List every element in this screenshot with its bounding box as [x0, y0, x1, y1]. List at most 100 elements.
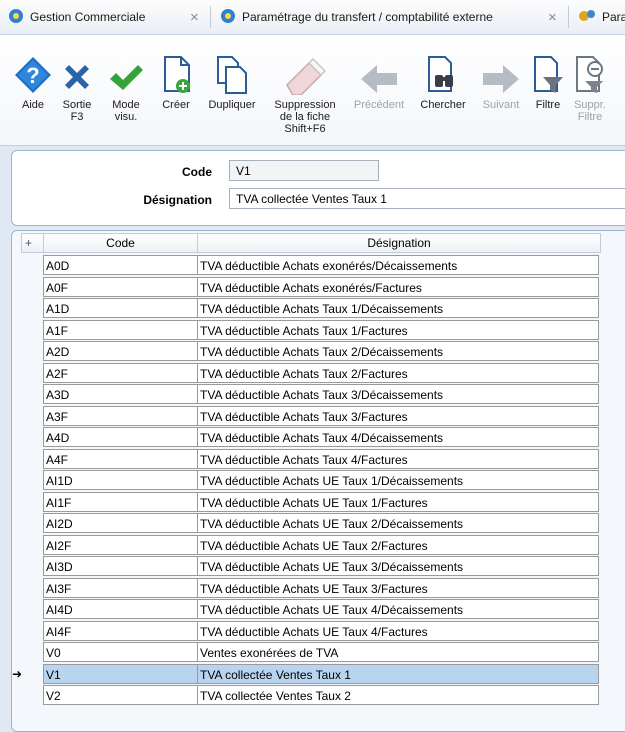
toolbar-label: Aide [21, 99, 45, 111]
precedent-button[interactable]: Précédent [346, 35, 412, 111]
table-row[interactable]: V0 Ventes exonérées de TVA [21, 642, 601, 664]
cell-code[interactable]: A4F [43, 448, 198, 469]
cell-designation[interactable]: TVA déductible Achats Taux 2/Décaissemen… [197, 341, 599, 361]
toolbar-label: Précédent [353, 99, 405, 111]
table-row[interactable]: A4D TVA déductible Achats Taux 4/Décaisse… [21, 427, 601, 449]
duplicate-icon [202, 45, 262, 95]
suppression-fiche-button[interactable]: Suppression de la fiche Shift+F6 [265, 35, 345, 135]
table-row[interactable]: AI2D TVA déductible Achats UE Taux 2/Déca… [21, 513, 601, 535]
cell-designation[interactable]: TVA déductible Achats Taux 4/Factures [197, 448, 599, 469]
close-tab-icon[interactable]: × [548, 9, 557, 26]
creer-button[interactable]: Créer [156, 35, 196, 111]
table-row[interactable]: A4F TVA déductible Achats Taux 4/Factures [21, 448, 601, 471]
cell-designation[interactable]: TVA collectée Ventes Taux 1 [197, 663, 599, 684]
cell-designation[interactable]: TVA déductible Achats Taux 1/Factures [197, 319, 599, 340]
cell-code[interactable]: AI4F [43, 620, 198, 641]
cell-code[interactable]: V1 [43, 663, 198, 684]
tab-gestion-commerciale[interactable]: Gestion Commerciale × [0, 0, 208, 34]
cell-designation[interactable]: TVA déductible Achats Taux 2/Factures [197, 362, 599, 383]
toolbar-label: Suppression de la fiche Shift+F6 [274, 99, 336, 135]
cell-designation[interactable]: Ventes exonérées de TVA [197, 642, 599, 662]
table-row[interactable]: A3F TVA déductible Achats Taux 3/Factures [21, 405, 601, 428]
table-row[interactable]: AI2F TVA déductible Achats UE Taux 2/Fact… [21, 534, 601, 557]
cell-code[interactable]: V2 [43, 685, 198, 705]
table-row[interactable]: AI4D TVA déductible Achats UE Taux 4/Déca… [21, 599, 601, 621]
cell-code[interactable]: A0D [43, 255, 198, 275]
code-field[interactable]: V1 [229, 160, 379, 181]
cell-designation[interactable]: TVA déductible Achats Taux 3/Factures [197, 405, 599, 426]
table-row[interactable]: AI4F TVA déductible Achats UE Taux 4/Fact… [21, 620, 601, 643]
cell-designation[interactable]: TVA déductible Achats UE Taux 1/Décaisse… [197, 470, 599, 490]
cell-designation[interactable]: TVA déductible Achats UE Taux 1/Factures [197, 491, 599, 512]
cell-code[interactable]: AI4D [43, 599, 198, 619]
close-tab-icon[interactable]: × [190, 9, 199, 26]
designation-field[interactable]: TVA collectée Ventes Taux 1 [229, 188, 625, 209]
chercher-button[interactable]: Chercher [415, 35, 471, 111]
cell-code[interactable]: AI1F [43, 491, 198, 512]
table-row[interactable]: AI1D TVA déductible Achats UE Taux 1/Déca… [21, 470, 601, 492]
cell-code[interactable]: AI2D [43, 513, 198, 533]
code-label: Code [182, 165, 212, 179]
column-header-code[interactable]: Code [44, 234, 198, 252]
tab-para[interactable]: Para [570, 0, 625, 34]
table-row[interactable]: A0D TVA déductible Achats exonérés/Décais… [21, 255, 601, 277]
mode-visu-button[interactable]: Mode visu. [102, 35, 150, 123]
toolbar-label: Suppr. Filtre [574, 99, 606, 123]
toolbar-label: Suivant [482, 99, 520, 111]
suppr-filtre-button[interactable]: Suppr. Filtre [568, 35, 612, 123]
cell-designation[interactable]: TVA déductible Achats UE Taux 2/Décaisse… [197, 513, 599, 533]
current-row-arrow-icon: ➜ [12, 666, 23, 681]
table-row[interactable]: A2F TVA déductible Achats Taux 2/Factures [21, 362, 601, 385]
toolbar: ? Aide Sortie F3 Mode visu. Créer Dupliq… [0, 35, 625, 146]
cell-code[interactable]: AI3D [43, 556, 198, 576]
cell-code[interactable]: A4D [43, 427, 198, 447]
table-row[interactable]: A1F TVA déductible Achats Taux 1/Factures [21, 319, 601, 342]
cell-code[interactable]: A3F [43, 405, 198, 426]
cell-designation[interactable]: TVA déductible Achats Taux 4/Décaissemen… [197, 427, 599, 447]
cell-designation[interactable]: TVA déductible Achats UE Taux 2/Factures [197, 534, 599, 555]
record-form: Code V1 Désignation TVA collectée Ventes… [11, 150, 625, 226]
cell-designation[interactable]: TVA déductible Achats UE Taux 3/Décaisse… [197, 556, 599, 576]
add-column-icon[interactable]: + [22, 234, 44, 252]
table-row[interactable]: A0F TVA déductible Achats exonérés/Factur… [21, 276, 601, 299]
cell-code[interactable]: A1D [43, 298, 198, 318]
check-icon [102, 45, 150, 95]
cell-code[interactable]: AI1D [43, 470, 198, 490]
table-row[interactable]: AI1F TVA déductible Achats UE Taux 1/Fact… [21, 491, 601, 514]
table-row[interactable]: AI3D TVA déductible Achats UE Taux 3/Déca… [21, 556, 601, 578]
tab-parametrage-transfert[interactable]: Paramétrage du transfert / comptabilité … [212, 0, 566, 34]
cell-code[interactable]: A2D [43, 341, 198, 361]
cell-code[interactable]: A2F [43, 362, 198, 383]
filtre-button[interactable]: Filtre [530, 35, 566, 111]
suivant-button[interactable]: Suivant [474, 35, 528, 111]
table-row[interactable]: AI3F TVA déductible Achats UE Taux 3/Fact… [21, 577, 601, 600]
cell-code[interactable]: AI2F [43, 534, 198, 555]
table-row[interactable]: A1D TVA déductible Achats Taux 1/Décaisse… [21, 298, 601, 320]
cell-designation[interactable]: TVA déductible Achats UE Taux 3/Factures [197, 577, 599, 598]
cell-code[interactable]: A1F [43, 319, 198, 340]
toolbar-label: Mode visu. [112, 99, 140, 123]
cell-code[interactable]: A3D [43, 384, 198, 404]
cell-designation[interactable]: TVA déductible Achats Taux 1/Décaissemen… [197, 298, 599, 318]
table-row[interactable]: ➜ V1 TVA collectée Ventes Taux 1 [12, 663, 601, 686]
cell-code[interactable]: AI3F [43, 577, 198, 598]
table-row[interactable]: A2D TVA déductible Achats Taux 2/Décaisse… [21, 341, 601, 363]
arrow-right-icon [474, 45, 528, 95]
cell-designation[interactable]: TVA déductible Achats UE Taux 4/Décaisse… [197, 599, 599, 619]
cell-designation[interactable]: TVA déductible Achats UE Taux 4/Factures [197, 620, 599, 641]
sortie-button[interactable]: Sortie F3 [58, 35, 96, 123]
cell-designation[interactable]: TVA collectée Ventes Taux 2 [197, 685, 599, 705]
dupliquer-button[interactable]: Dupliquer [202, 35, 262, 111]
column-header-designation[interactable]: Désignation [198, 234, 600, 252]
cell-designation[interactable]: TVA déductible Achats exonérés/Factures [197, 276, 599, 297]
table-row[interactable]: V2 TVA collectée Ventes Taux 2 [21, 685, 601, 707]
tab-label: Paramétrage du transfert / comptabilité … [242, 10, 493, 24]
cell-code[interactable]: A0F [43, 276, 198, 297]
cell-code[interactable]: V0 [43, 642, 198, 662]
cell-designation[interactable]: TVA déductible Achats exonérés/Décaissem… [197, 255, 599, 275]
app-gear-icon [8, 8, 24, 27]
aide-button[interactable]: ? Aide [13, 35, 53, 111]
cell-designation[interactable]: TVA déductible Achats Taux 3/Décaissemen… [197, 384, 599, 404]
tab-separator [210, 6, 211, 28]
table-row[interactable]: A3D TVA déductible Achats Taux 3/Décaisse… [21, 384, 601, 406]
